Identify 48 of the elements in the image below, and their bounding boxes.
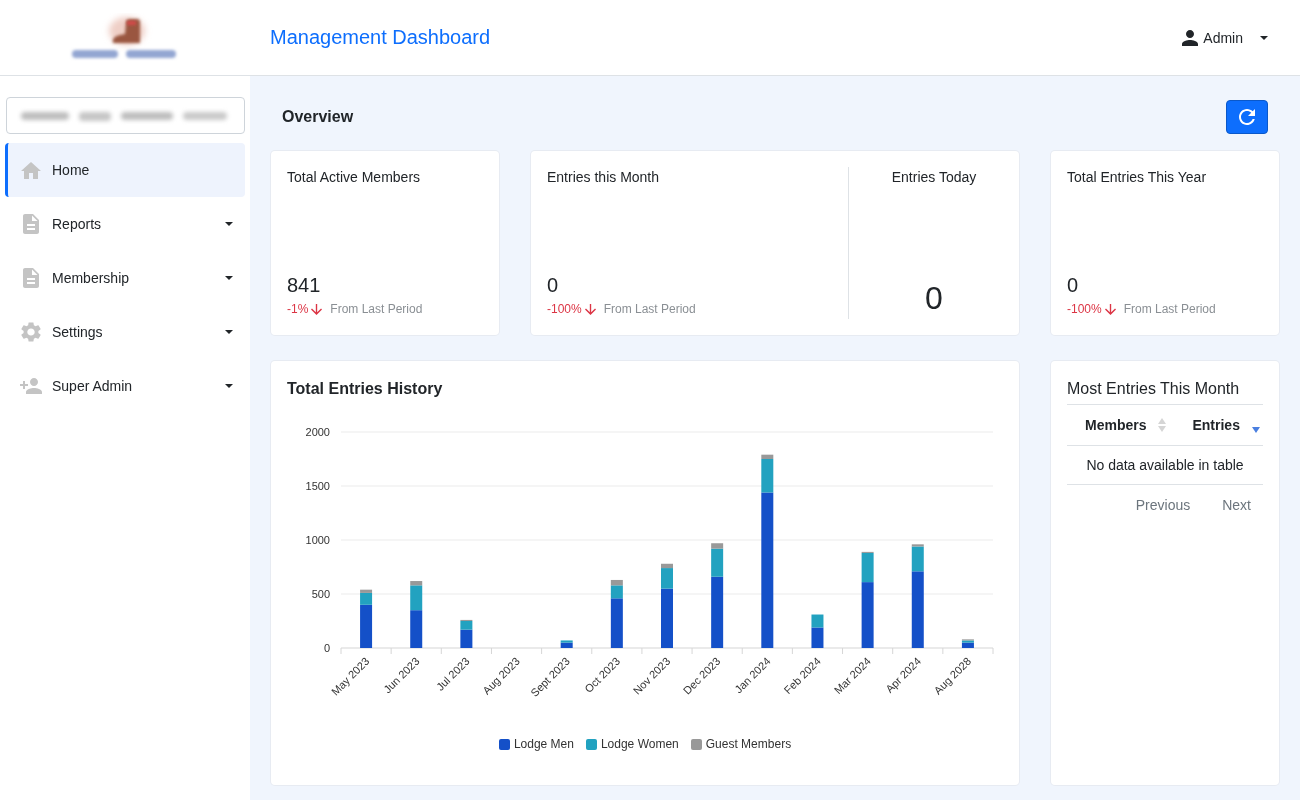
- user-menu[interactable]: Admin: [1182, 25, 1268, 50]
- caret-icon: [225, 276, 233, 280]
- card-title: Total Entries History: [287, 379, 444, 399]
- stat-value: 0: [547, 273, 560, 297]
- sidebar-item[interactable]: Super Admin: [5, 359, 245, 413]
- gear-icon: [21, 322, 41, 342]
- add-user-icon: [20, 378, 42, 394]
- sidebar-item[interactable]: Settings: [5, 305, 245, 359]
- column-header[interactable]: Entries: [1166, 405, 1263, 445]
- y-axis-label: 1500: [305, 480, 330, 492]
- caret-icon: [1260, 35, 1268, 40]
- document-icon: [23, 214, 39, 234]
- column-header[interactable]: Members: [1067, 405, 1167, 445]
- refresh-button[interactable]: [1226, 100, 1268, 134]
- sidebar-item[interactable]: Membership: [5, 251, 245, 305]
- empty-table-message: No data available in table: [1067, 446, 1263, 485]
- stat-title: Total Active Members: [287, 168, 422, 187]
- caret-icon: [225, 384, 233, 388]
- y-axis-label: 1000: [305, 534, 330, 546]
- stat-title: Total Entries This Year: [1067, 168, 1208, 187]
- y-axis-label: 500: [311, 588, 330, 600]
- sidebar-item[interactable]: Home: [5, 143, 245, 197]
- change-percent: -100%: [1067, 301, 1102, 317]
- card-title: Most Entries This Month: [1067, 379, 1241, 399]
- user-icon: [1182, 29, 1199, 46]
- stat-note: From Last Period: [1123, 301, 1216, 317]
- stat-title: Entries Today: [891, 168, 977, 187]
- stat-value: 0: [925, 279, 943, 317]
- caret-icon: [225, 222, 233, 226]
- stat-note: From Last Period: [330, 301, 423, 317]
- stat-value: 0: [1067, 273, 1080, 297]
- stat-note: From Last Period: [603, 301, 696, 317]
- y-axis-label: 2000: [305, 426, 330, 438]
- legend-label: Lodge Women: [600, 737, 679, 751]
- stat-value: 841: [287, 273, 322, 297]
- document-icon: [23, 268, 39, 288]
- stat-title: Entries this Month: [547, 168, 661, 187]
- home-icon: [21, 161, 41, 179]
- page-title: Management Dashboard: [270, 26, 492, 49]
- section-title: Overview: [282, 108, 354, 126]
- y-axis-label: 0: [323, 642, 330, 654]
- legend-label: Guest Members: [705, 737, 792, 751]
- caret-icon: [225, 330, 233, 334]
- refresh-icon: [1239, 109, 1255, 125]
- change-percent: -100%: [547, 301, 582, 317]
- change-percent: -1%: [287, 301, 309, 317]
- sidebar-item[interactable]: Reports: [5, 197, 245, 251]
- legend-label: Lodge Men: [513, 737, 574, 751]
